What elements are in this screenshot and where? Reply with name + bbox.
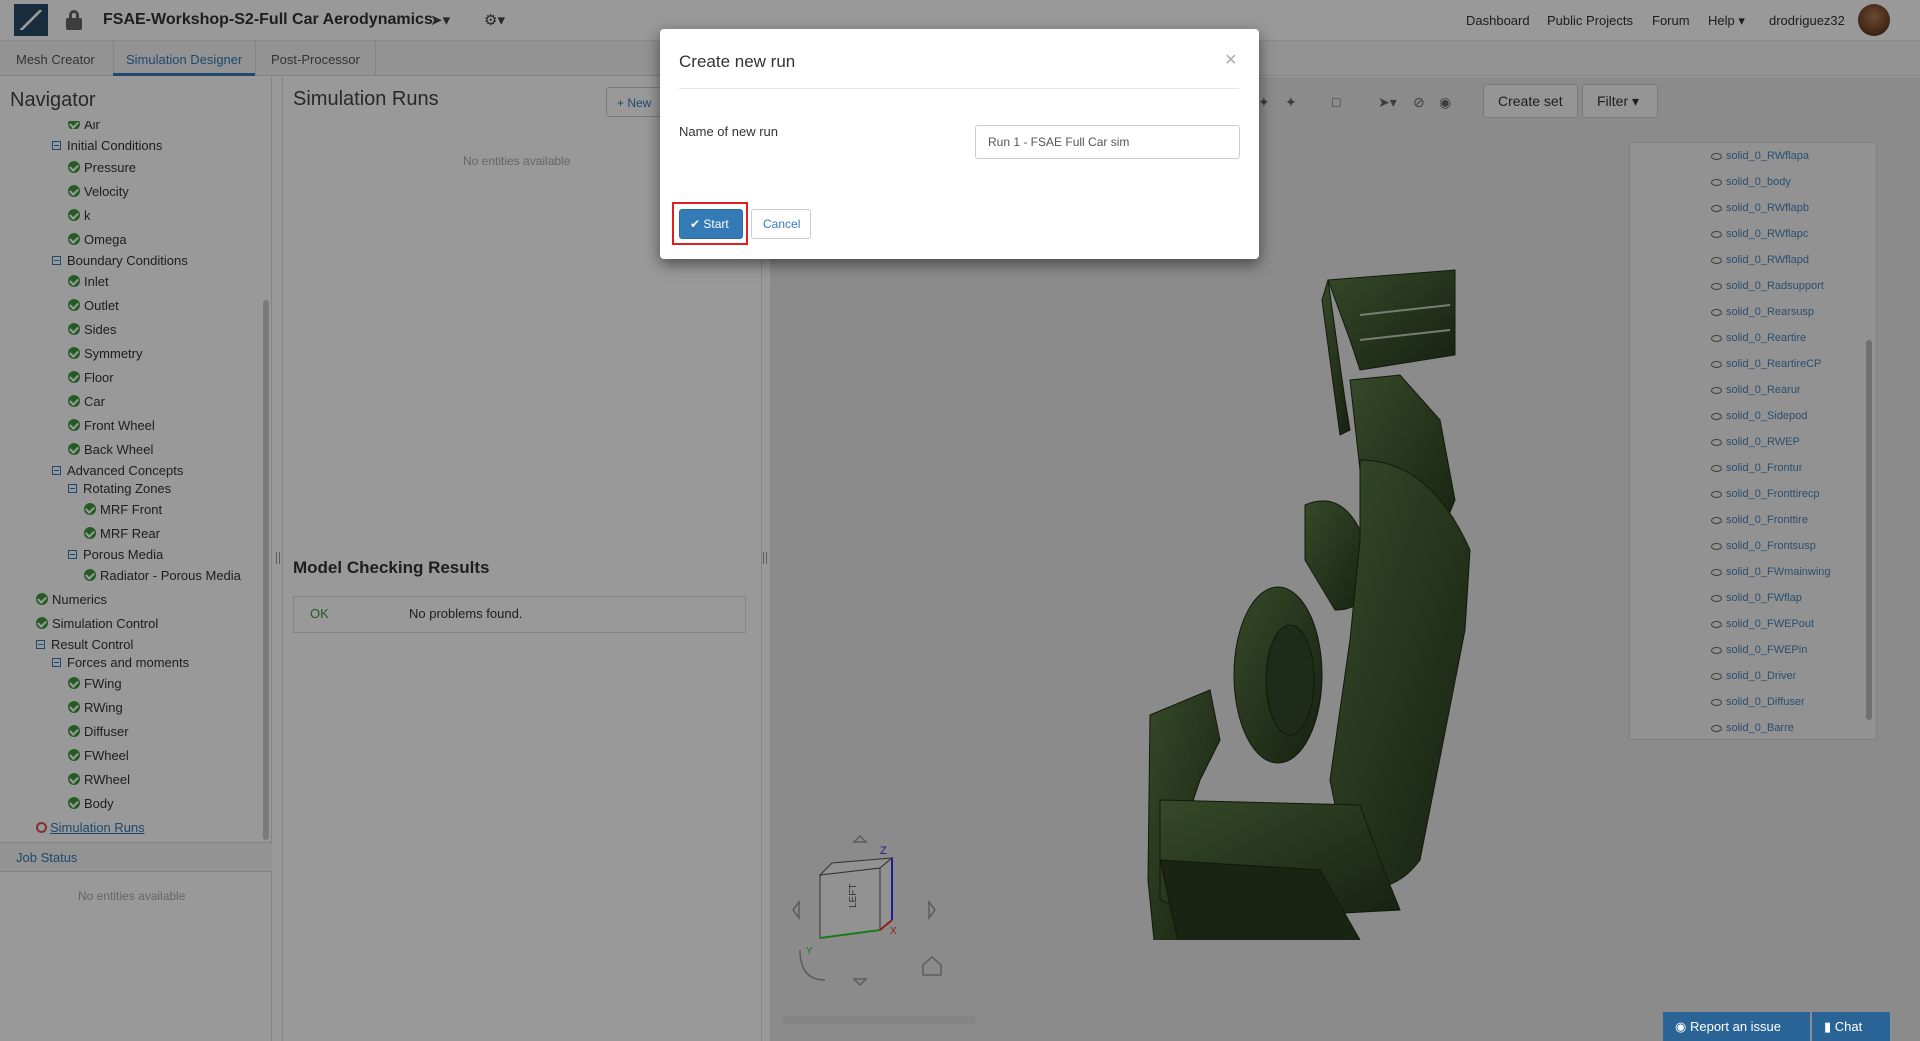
report-issue-button[interactable]: ◉ Report an issue [1663,1012,1810,1041]
chat-label: Chat [1834,1019,1863,1034]
chat-button[interactable]: ▮ Chat [1812,1012,1890,1041]
dialog-divider [679,88,1239,89]
run-name-label: Name of new run [679,124,778,139]
close-icon[interactable]: × [1225,49,1237,72]
chat-icon: ▮ [1824,1019,1832,1034]
start-label: Start [703,217,729,231]
start-button[interactable]: ✔ Start [679,209,743,239]
dialog-title: Create new run [679,52,796,71]
run-name-input[interactable] [975,125,1240,159]
report-issue-label: Report an issue [1689,1019,1782,1034]
camera-icon: ◉ [1675,1019,1687,1034]
check-icon: ✔ [690,217,701,231]
cancel-button[interactable]: Cancel [751,209,811,239]
